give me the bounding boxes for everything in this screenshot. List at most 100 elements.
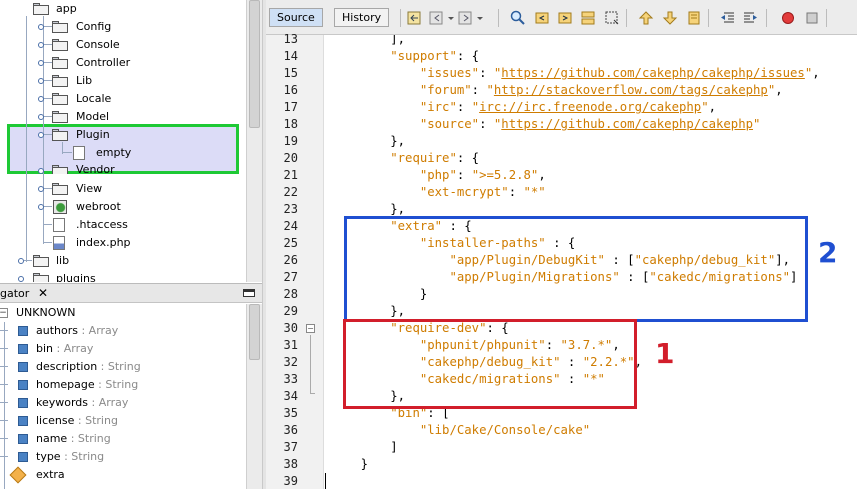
annotation-box-extra bbox=[344, 216, 808, 322]
line-number: 24 bbox=[283, 219, 298, 233]
tree-item-index-php[interactable]: index.php bbox=[0, 234, 246, 252]
stop-macro-recording-icon[interactable] bbox=[804, 10, 820, 26]
code-line: "php": ">=5.2.8", bbox=[419, 168, 546, 182]
code-line: "irc": "irc://irc.freenode.org/cakephp", bbox=[419, 100, 717, 114]
line-number: 22 bbox=[283, 185, 298, 199]
navigator-scrollbar[interactable] bbox=[246, 304, 262, 489]
navigator-item-authors[interactable]: authors : Array bbox=[0, 322, 246, 340]
tree-item-htaccess[interactable]: .htaccess bbox=[0, 216, 246, 234]
tree-item-label: Model bbox=[76, 110, 110, 123]
collapsed-node-icon bbox=[38, 78, 44, 84]
navigator-item-description[interactable]: description : String bbox=[0, 358, 246, 376]
code-line: ], bbox=[331, 35, 406, 46]
previous-bookmark-icon[interactable] bbox=[638, 10, 654, 26]
tree-item-label: Vendor bbox=[76, 163, 115, 174]
navigator-tab[interactable]: gator bbox=[0, 284, 29, 303]
tree-item-app[interactable]: app bbox=[0, 0, 246, 18]
fold-icon[interactable]: − bbox=[306, 324, 315, 333]
minimize-icon[interactable] bbox=[243, 289, 255, 297]
line-number: 35 bbox=[283, 406, 298, 420]
tree-item-label: .htaccess bbox=[76, 218, 128, 231]
line-number: 34 bbox=[283, 389, 298, 403]
dropdown-icon[interactable] bbox=[447, 10, 455, 26]
navigator-item-type[interactable]: type : String bbox=[0, 448, 246, 466]
line-number: 38 bbox=[283, 457, 298, 471]
folder-icon bbox=[33, 3, 49, 15]
folder-icon bbox=[52, 57, 68, 69]
tree-item-lib-root[interactable]: lib bbox=[0, 252, 246, 270]
tree-item-label: webroot bbox=[76, 200, 121, 213]
collapsed-node-icon bbox=[38, 168, 44, 174]
line-number: 19 bbox=[283, 134, 298, 148]
code-line: "require": { bbox=[390, 151, 480, 165]
editor-toolbar: Source History bbox=[266, 0, 857, 35]
tree-item-label: plugins bbox=[56, 272, 96, 282]
last-edit-icon[interactable] bbox=[407, 10, 423, 26]
property-name: homepage bbox=[36, 378, 95, 391]
navigator-item-homepage[interactable]: homepage : String bbox=[0, 376, 246, 394]
property-name: extra bbox=[36, 468, 65, 481]
expanded-node-icon bbox=[38, 132, 44, 138]
line-number: 37 bbox=[283, 440, 298, 454]
find-previous-icon[interactable] bbox=[534, 10, 550, 26]
tree-item-label: Plugin bbox=[76, 128, 110, 141]
line-number: 39 bbox=[283, 474, 298, 488]
navigator-item-bin[interactable]: bin : Array bbox=[0, 340, 246, 358]
shift-right-icon[interactable] bbox=[742, 10, 758, 26]
property-icon bbox=[18, 344, 28, 354]
tree-item-label: Controller bbox=[76, 56, 131, 69]
tree-item-label: Lib bbox=[76, 74, 93, 87]
tree-item-view[interactable]: View bbox=[0, 180, 246, 198]
tree-item-vendor[interactable]: Vendor bbox=[0, 162, 246, 174]
tree-item-console[interactable]: Console bbox=[0, 36, 246, 54]
folder-icon bbox=[52, 21, 68, 33]
collapsed-node-icon bbox=[38, 24, 44, 30]
tree-item-controller[interactable]: Controller bbox=[0, 54, 246, 72]
shift-left-icon[interactable] bbox=[720, 10, 736, 26]
navigator-item-name[interactable]: name : String bbox=[0, 430, 246, 448]
tree-item-plugin[interactable]: Plugin bbox=[0, 126, 246, 144]
annotation-label-2: 2 bbox=[818, 236, 838, 269]
toggle-bookmark-icon[interactable] bbox=[686, 10, 702, 26]
property-icon bbox=[18, 434, 28, 444]
property-name: authors bbox=[36, 324, 78, 337]
scrollbar-thumb[interactable] bbox=[249, 304, 260, 360]
property-icon bbox=[18, 362, 28, 372]
tree-item-model[interactable]: Model bbox=[0, 108, 246, 126]
fold-guide bbox=[310, 393, 315, 394]
collapsed-node-icon bbox=[38, 186, 44, 192]
line-number: 26 bbox=[283, 253, 298, 267]
rectangular-selection-icon[interactable] bbox=[604, 10, 620, 26]
forward-icon[interactable] bbox=[458, 10, 474, 26]
tab-source[interactable]: Source bbox=[269, 8, 323, 27]
start-macro-recording-icon[interactable] bbox=[780, 10, 796, 26]
close-icon[interactable]: ✕ bbox=[38, 284, 48, 303]
navigator-item-extra[interactable]: extra bbox=[0, 466, 246, 484]
tree-item-locale[interactable]: Locale bbox=[0, 90, 246, 108]
navigator-root-label: UNKNOWN bbox=[16, 306, 76, 319]
line-number: 30 bbox=[283, 321, 298, 335]
property-type: : String bbox=[60, 450, 105, 463]
navigator-item-keywords[interactable]: keywords : Array bbox=[0, 394, 246, 412]
find-icon[interactable] bbox=[510, 10, 526, 26]
navigator-item-license[interactable]: license : String bbox=[0, 412, 246, 430]
dropdown-icon[interactable] bbox=[476, 10, 484, 26]
tab-history[interactable]: History bbox=[334, 8, 390, 27]
collapsed-node-icon bbox=[38, 204, 44, 210]
tree-item-label: empty bbox=[96, 146, 132, 159]
tree-item-webroot[interactable]: webroot bbox=[0, 198, 246, 216]
tree-item-lib[interactable]: Lib bbox=[0, 72, 246, 90]
next-bookmark-icon[interactable] bbox=[662, 10, 678, 26]
navigator-root[interactable]: − UNKNOWN bbox=[0, 304, 246, 322]
tree-item-config[interactable]: Config bbox=[0, 18, 246, 36]
collapse-icon[interactable]: − bbox=[0, 308, 8, 318]
tree-item-empty[interactable]: empty bbox=[0, 144, 246, 162]
find-next-icon[interactable] bbox=[557, 10, 573, 26]
back-icon[interactable] bbox=[429, 10, 445, 26]
toggle-highlight-icon[interactable] bbox=[580, 10, 596, 26]
scrollbar-thumb[interactable] bbox=[249, 0, 260, 128]
project-tree-scrollbar[interactable] bbox=[246, 0, 262, 282]
tree-item-plugins[interactable]: plugins bbox=[0, 270, 246, 282]
property-type: : Array bbox=[77, 324, 119, 337]
folder-icon bbox=[33, 255, 49, 267]
